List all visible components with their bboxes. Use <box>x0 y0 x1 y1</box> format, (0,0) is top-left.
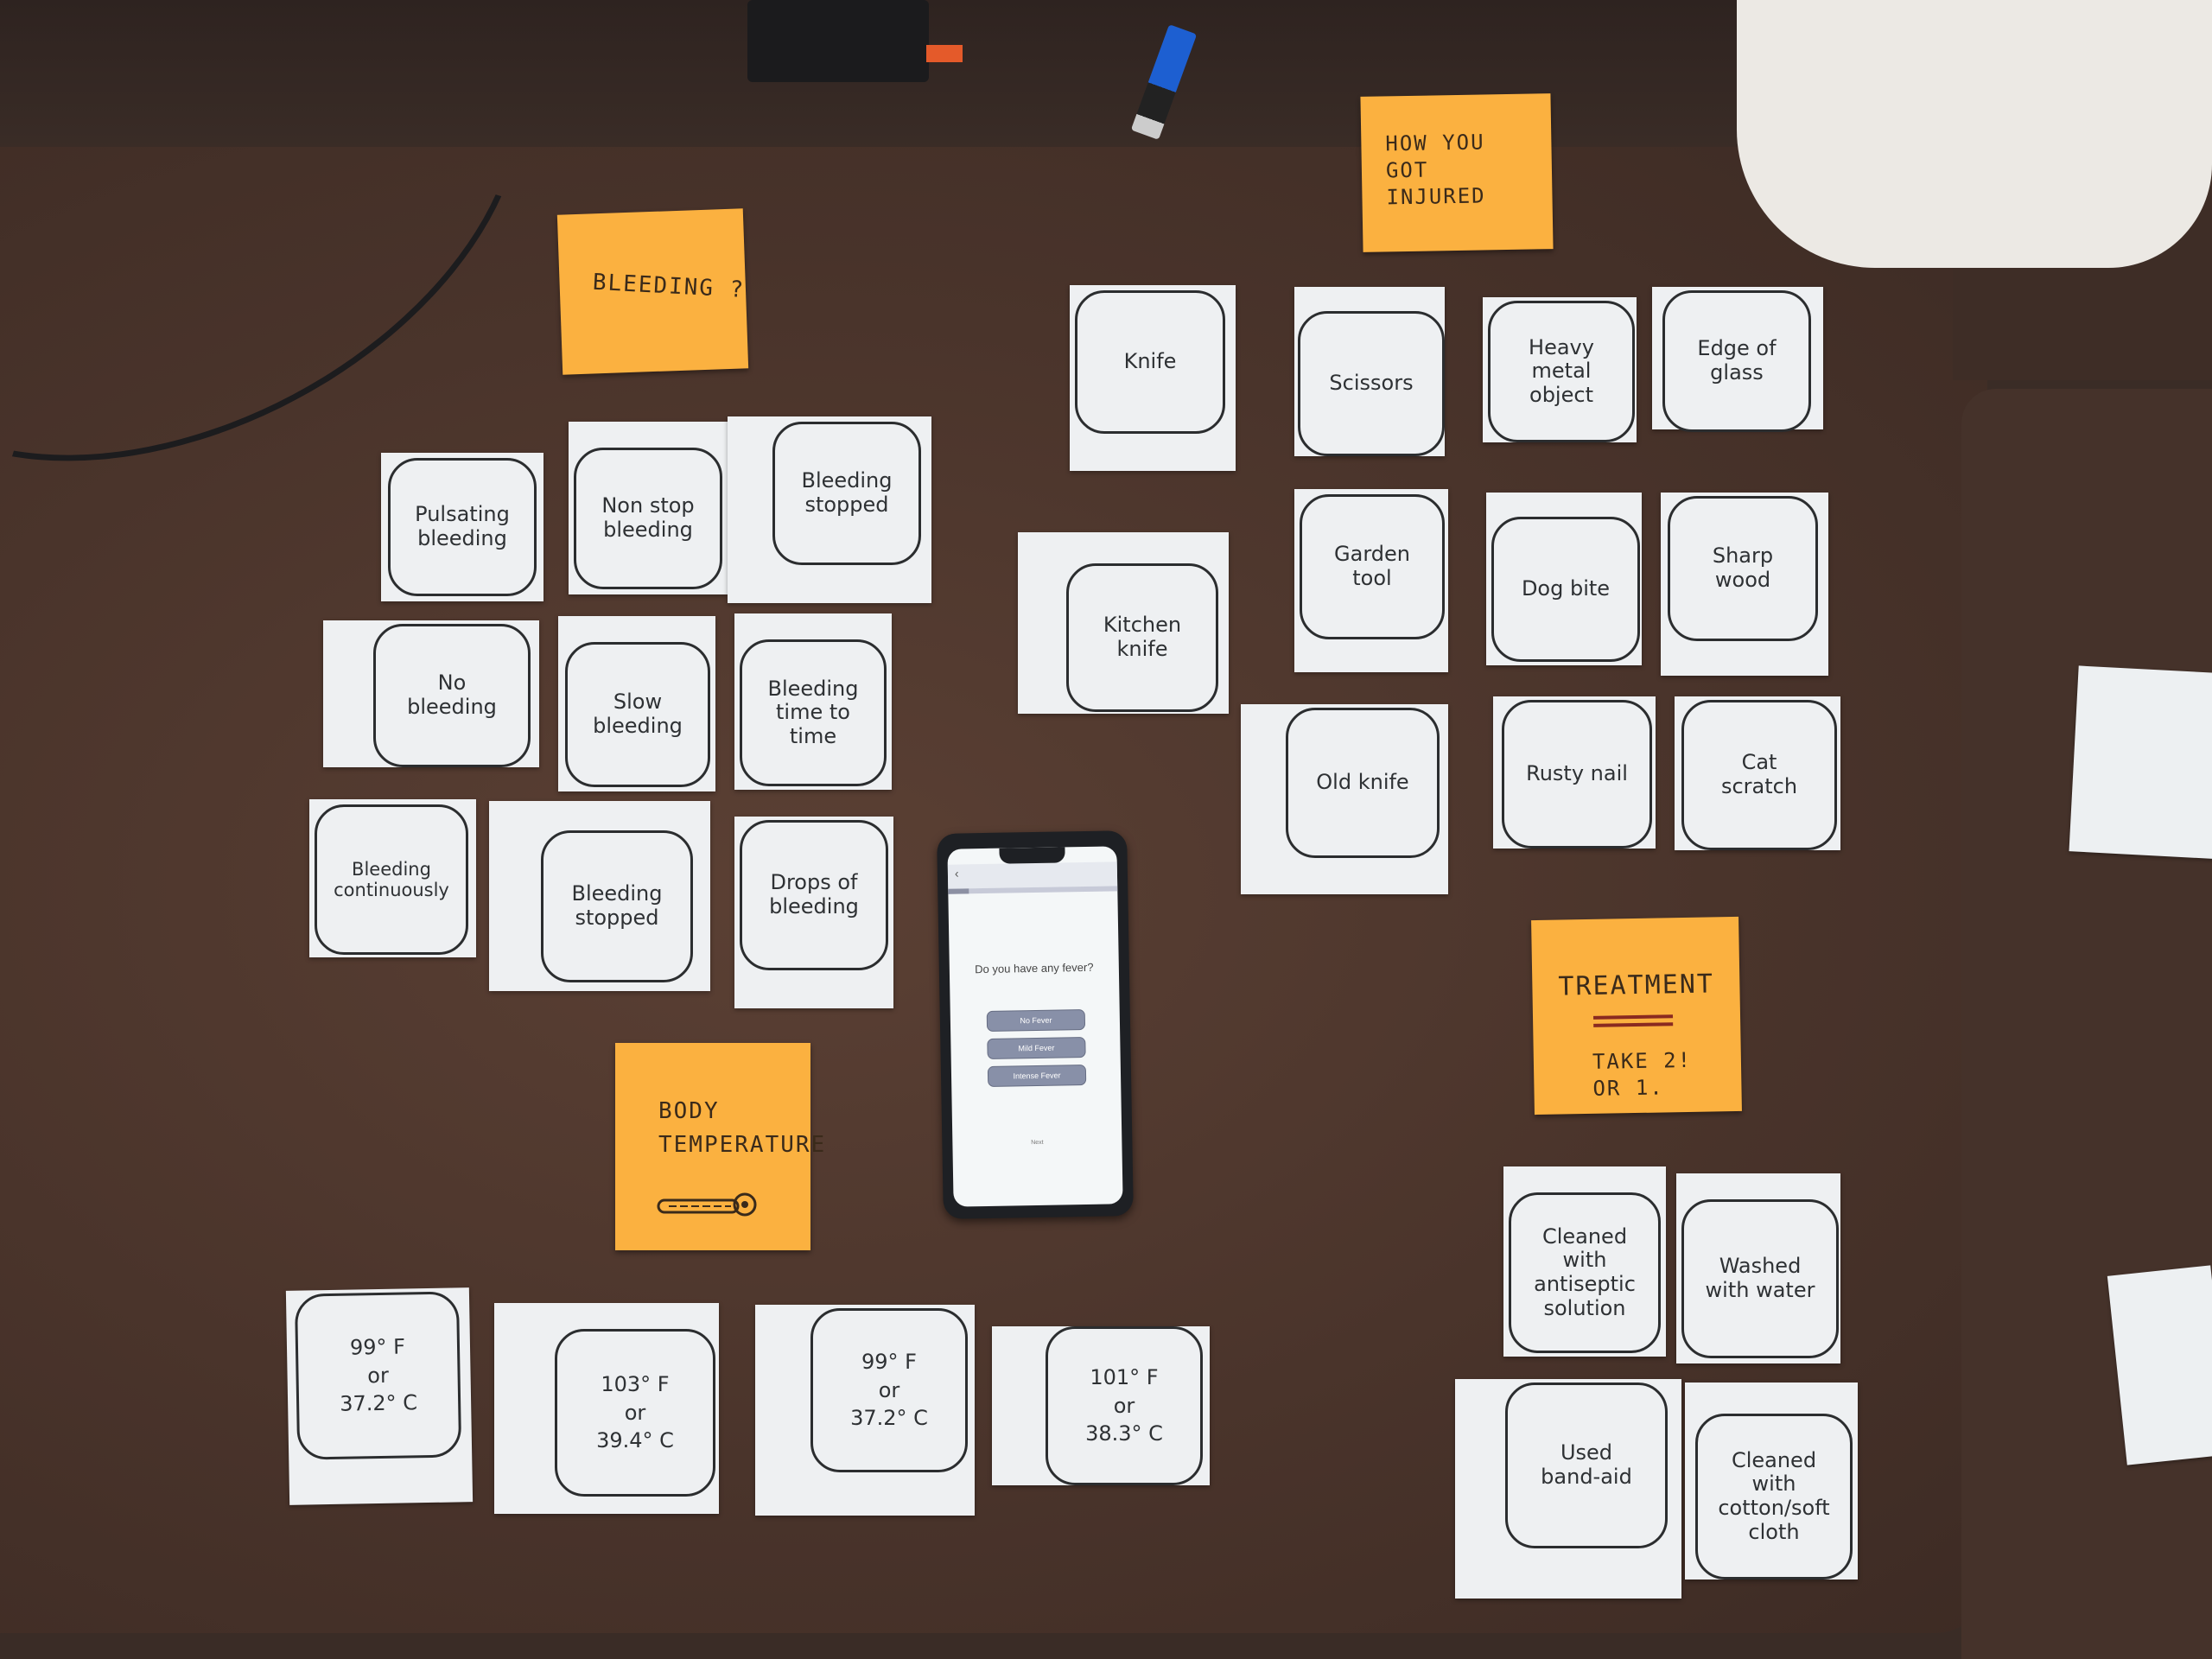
smartphone: ‹ Do you have any fever? No Fever Mild F… <box>937 830 1134 1219</box>
card-pulsating-bleeding[interactable]: Pulsating bleeding <box>381 453 543 601</box>
next-button[interactable]: Next <box>952 1138 1122 1147</box>
card-bleeding-time-to-time[interactable]: Bleeding time to time <box>734 613 892 790</box>
card-knife[interactable]: Knife <box>1070 285 1236 471</box>
card-label: Bleeding continuously <box>334 858 449 900</box>
card-label: Washed with water <box>1705 1254 1815 1302</box>
power-adapter <box>747 0 929 82</box>
white-cushion <box>1737 0 2212 268</box>
card-cleaned-cotton-cloth[interactable]: Cleaned with cotton/soft cloth <box>1685 1382 1858 1580</box>
card-label: Garden tool <box>1334 542 1410 590</box>
card-cat-scratch[interactable]: Cat scratch <box>1675 696 1840 850</box>
card-rusty-nail[interactable]: Rusty nail <box>1493 696 1656 849</box>
card-scissors[interactable]: Scissors <box>1294 287 1445 456</box>
card-used-band-aid[interactable]: Used band-aid <box>1455 1379 1681 1599</box>
card-label: Heavy metal object <box>1529 334 1594 407</box>
sticky-body-temperature-text: BODY TEMPERATURE <box>658 1098 827 1158</box>
phone-screen: ‹ Do you have any fever? No Fever Mild F… <box>947 846 1123 1207</box>
underline <box>1593 1022 1674 1027</box>
card-dog-bite[interactable]: Dog bite <box>1486 493 1642 665</box>
sticky-treatment-title: TREATMENT <box>1558 969 1715 1002</box>
sticky-treatment-sub: TAKE 2! OR 1. <box>1592 1047 1693 1102</box>
sticky-treatment: TREATMENT TAKE 2! OR 1. <box>1531 916 1742 1116</box>
card-drops-of-bleeding[interactable]: Drops of bleeding <box>734 817 893 1008</box>
option-mild-fever[interactable]: Mild Fever <box>987 1036 1086 1059</box>
card-temp-103f[interactable]: 103° F or 39.4° C <box>494 1303 719 1514</box>
card-label: Bleeding stopped <box>801 468 893 517</box>
sticky-how-injured: HOW YOU GOT INJURED <box>1360 93 1554 252</box>
card-label: Drops of bleeding <box>769 870 859 918</box>
card-cleaned-antiseptic[interactable]: Cleaned with antiseptic solution <box>1503 1166 1666 1357</box>
card-label: Bleeding stopped <box>571 881 663 930</box>
card-non-stop-bleeding[interactable]: Non stop bleeding <box>569 422 728 594</box>
question-text: Do you have any fever? <box>975 960 1094 976</box>
card-label: Scissors <box>1329 371 1414 396</box>
card-label: Dog bite <box>1521 576 1611 601</box>
card-label: Rusty nail <box>1526 761 1628 786</box>
card-washed-with-water[interactable]: Washed with water <box>1676 1173 1840 1363</box>
thermometer-icon <box>657 1192 757 1217</box>
card-label: Bleeding time to time <box>767 676 859 748</box>
app-bar <box>947 861 1118 889</box>
sticky-bleeding: BLEEDING ? <box>556 208 749 375</box>
card-label: Kitchen knife <box>1103 613 1182 661</box>
back-arrow-icon[interactable]: ‹ <box>955 867 959 880</box>
card-label: No bleeding <box>407 671 497 719</box>
card-heavy-metal-object[interactable]: Heavy metal object <box>1483 297 1637 442</box>
card-label: Cleaned with cotton/soft cloth <box>1718 1447 1830 1544</box>
card-old-knife[interactable]: Old knife <box>1241 704 1448 894</box>
card-slow-bleeding[interactable]: Slow bleeding <box>558 616 715 791</box>
card-temp-101f[interactable]: 101° F or 38.3° C <box>992 1326 1210 1485</box>
card-label: Knife <box>1123 349 1177 374</box>
card-label: 99° F or 37.2° C <box>339 1334 418 1416</box>
camera-notch <box>999 847 1065 864</box>
card-label: Pulsating bleeding <box>415 502 510 550</box>
card-label: Cleaned with antiseptic solution <box>1534 1224 1636 1320</box>
card-label: 103° F or 39.4° C <box>596 1372 674 1453</box>
sticky-how-injured-text: HOW YOU GOT INJURED <box>1385 130 1486 210</box>
sticky-body-temperature: BODY TEMPERATURE <box>615 1043 824 1250</box>
underline <box>1592 1014 1674 1020</box>
card-temp-99f-2[interactable]: 99° F or 37.2° C <box>755 1305 975 1516</box>
sticky-bleeding-text: BLEEDING ? <box>592 269 747 303</box>
card-label: Cat scratch <box>1720 750 1798 798</box>
card-label: Sharp wood <box>1712 543 1774 592</box>
card-label: 99° F or 37.2° C <box>850 1350 928 1431</box>
card-bleeding-stopped[interactable]: Bleeding stopped <box>728 416 931 603</box>
card-no-bleeding[interactable]: No bleeding <box>323 620 539 767</box>
progress-fill <box>948 888 969 894</box>
card-kitchen-knife[interactable]: Kitchen knife <box>1018 532 1229 714</box>
card-label: Non stop bleeding <box>601 493 695 542</box>
card-bleeding-continuously[interactable]: Bleeding continuously <box>309 799 476 957</box>
loose-paper <box>2069 665 2212 860</box>
card-sharp-wood[interactable]: Sharp wood <box>1661 493 1828 676</box>
card-bleeding-stopped-2[interactable]: Bleeding stopped <box>489 801 710 991</box>
card-edge-of-glass[interactable]: Edge of glass <box>1652 287 1823 432</box>
option-no-fever[interactable]: No Fever <box>986 1008 1086 1032</box>
card-label: Edge of glass <box>1697 336 1777 385</box>
adapter-tab <box>926 45 963 62</box>
side-table <box>1961 389 2212 1659</box>
card-garden-tool[interactable]: Garden tool <box>1294 489 1448 672</box>
card-label: Used band-aid <box>1541 1440 1632 1489</box>
card-temp-99f-1[interactable]: 99° F or 37.2° C <box>285 1287 474 1505</box>
card-label: Slow bleeding <box>593 690 683 738</box>
option-intense-fever[interactable]: Intense Fever <box>987 1064 1087 1087</box>
card-label: 101° F or 38.3° C <box>1085 1365 1163 1446</box>
card-label: Old knife <box>1316 770 1409 795</box>
